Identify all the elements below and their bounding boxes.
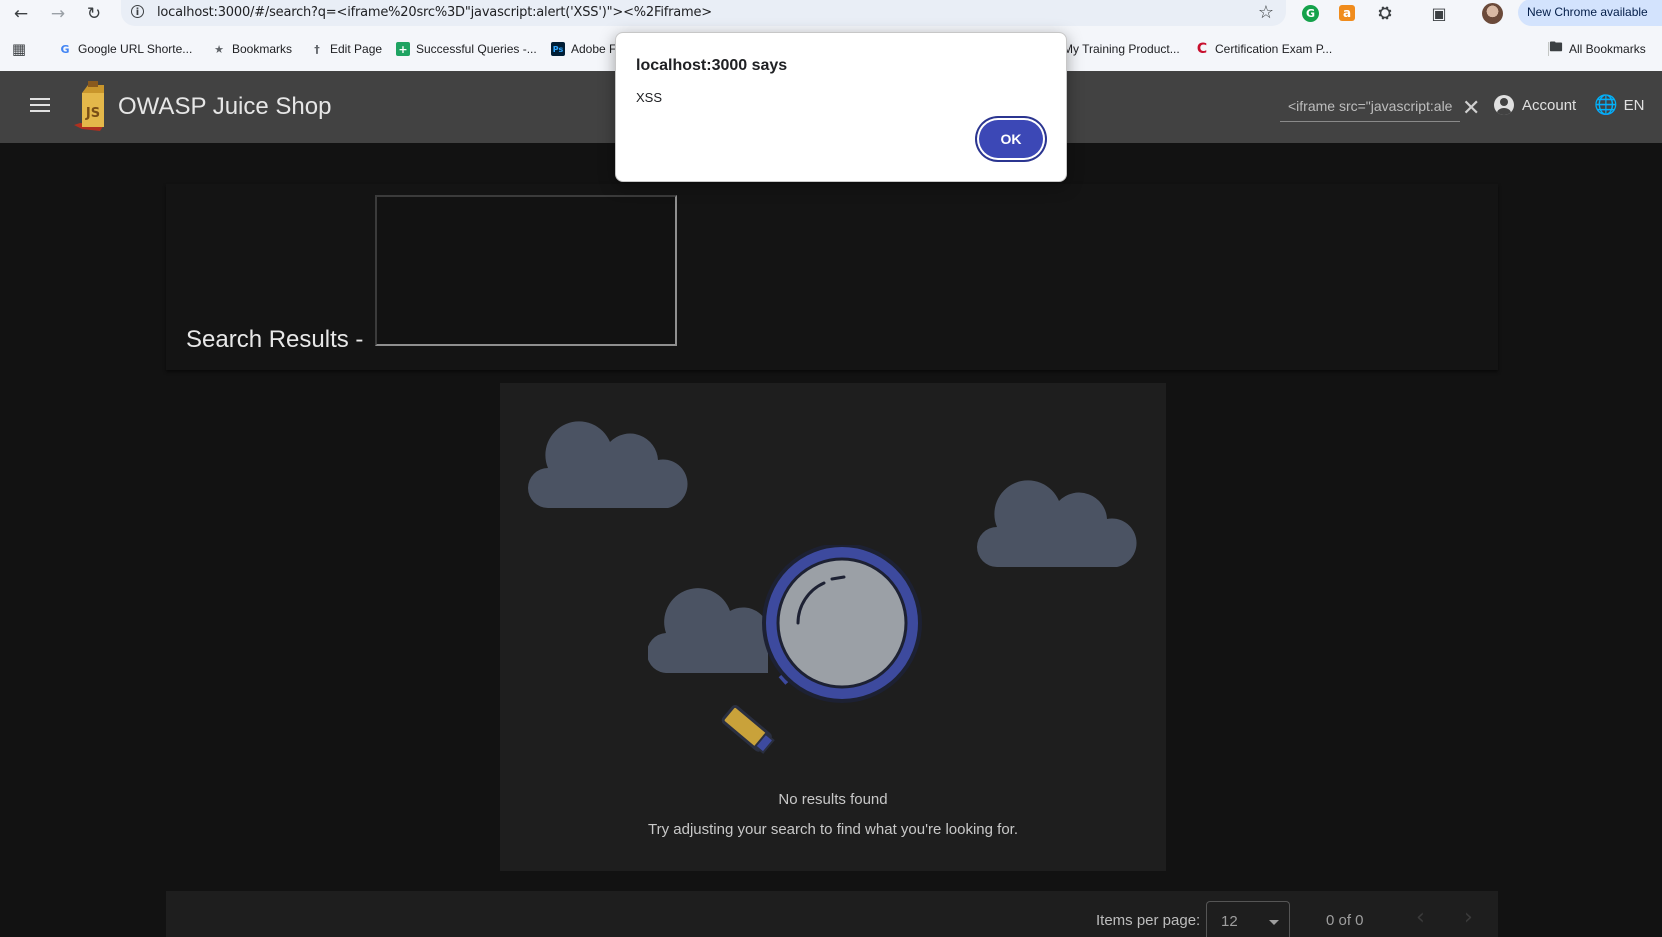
- alert-dialog: localhost:3000 says XSS OK: [615, 32, 1067, 182]
- back-icon[interactable]: ←: [11, 4, 31, 24]
- ok-button[interactable]: OK: [979, 120, 1043, 158]
- amazon-extension-icon[interactable]: a: [1339, 5, 1355, 21]
- close-icon[interactable]: ✕: [1462, 96, 1480, 121]
- injected-iframe: [375, 195, 677, 346]
- next-page-icon[interactable]: ›: [1464, 905, 1473, 930]
- bookmark-label: Edit Page: [330, 42, 383, 56]
- pin-icon: †: [314, 42, 320, 56]
- bookmark-star-icon[interactable]: ☆: [1258, 2, 1274, 23]
- no-results-hint: Try adjusting your search to find what y…: [648, 821, 1018, 838]
- apps-grid-icon[interactable]: ▦: [12, 40, 26, 58]
- menu-icon[interactable]: [30, 98, 50, 112]
- bookmark-label: Bookmarks: [232, 42, 293, 56]
- paginator: Items per page: 12 0 of 0 ‹ ›: [166, 891, 1498, 937]
- c-logo-icon: C: [1196, 41, 1208, 57]
- url-text[interactable]: localhost:3000/#/search?q=<iframe%20src%…: [157, 5, 712, 20]
- items-per-page-label: Items per page:: [1096, 912, 1201, 929]
- alert-dialog-title: localhost:3000 says: [636, 57, 788, 74]
- all-bookmarks-button[interactable]: 🖿 All Bookmarks: [1548, 40, 1646, 56]
- bookmark-item[interactable]: Ps Adobe F: [551, 42, 616, 56]
- site-info-icon[interactable]: i: [131, 5, 144, 18]
- bookmark-label: Adobe F: [571, 42, 617, 56]
- alert-dialog-message: XSS: [636, 90, 663, 105]
- google-icon: G: [60, 42, 70, 56]
- account-label: Account: [1522, 96, 1577, 114]
- photoshop-icon: Ps: [551, 42, 565, 56]
- bookmark-item[interactable]: ★ Bookmarks: [212, 42, 292, 56]
- new-chrome-label: New Chrome available: [1527, 5, 1648, 19]
- bookmark-label: Certification Exam P...: [1215, 42, 1333, 56]
- items-per-page-value: 12: [1221, 913, 1238, 930]
- bookmark-item[interactable]: My Training Product...: [1063, 42, 1180, 56]
- app-title[interactable]: OWASP Juice Shop: [118, 93, 331, 121]
- bookmark-label: Successful Queries -...: [416, 42, 537, 56]
- grammarly-icon[interactable]: G: [1302, 5, 1319, 22]
- language-button[interactable]: 🌐 EN: [1594, 95, 1645, 115]
- previous-page-icon[interactable]: ‹: [1416, 905, 1425, 930]
- account-button[interactable]: Account: [1494, 95, 1576, 115]
- sheets-icon: +: [396, 42, 410, 56]
- reload-icon[interactable]: ↻: [84, 4, 104, 24]
- language-label: EN: [1623, 96, 1645, 114]
- new-chrome-available-button[interactable]: New Chrome available: [1518, 0, 1662, 26]
- bookmark-item[interactable]: C Certification Exam P...: [1195, 41, 1333, 57]
- bookmark-item[interactable]: + Successful Queries -...: [396, 42, 537, 56]
- folder-icon: 🖿: [1549, 40, 1563, 55]
- all-bookmarks-label: All Bookmarks: [1569, 42, 1646, 56]
- globe-icon: 🌐: [1594, 94, 1618, 116]
- star-icon: ★: [214, 42, 224, 56]
- search-results-title: Search Results -: [186, 326, 364, 353]
- account-circle-icon: [1494, 95, 1514, 115]
- bookmark-label: Google URL Shorte...: [78, 42, 193, 56]
- forward-icon[interactable]: →: [48, 4, 68, 24]
- browser-toolbar: ← → ↻ i localhost:3000/#/search?q=<ifram…: [0, 0, 1662, 27]
- bookmark-label: My Training Product...: [1063, 42, 1180, 56]
- cloud-icon: [528, 421, 688, 508]
- tab-search-icon[interactable]: ▣: [1429, 3, 1449, 23]
- cloud-icon: [977, 480, 1137, 567]
- no-results-title: No results found: [778, 791, 888, 808]
- extensions-puzzle-icon[interactable]: ⛭: [1375, 3, 1395, 23]
- address-bar[interactable]: i localhost:3000/#/search?q=<iframe%20sr…: [121, 0, 1286, 26]
- svg-text:JS: JS: [85, 106, 100, 121]
- bookmark-item[interactable]: G Google URL Shorte...: [58, 42, 192, 56]
- search-field[interactable]: [1280, 93, 1460, 122]
- profile-avatar[interactable]: [1482, 3, 1503, 24]
- juice-shop-logo[interactable]: JS: [70, 79, 116, 135]
- bookmark-item[interactable]: † Edit Page: [310, 42, 382, 56]
- search-results-header: Search Results -: [166, 184, 1498, 370]
- search-input[interactable]: [1280, 93, 1458, 119]
- chevron-down-icon: [1269, 920, 1279, 925]
- items-per-page-select[interactable]: 12: [1206, 901, 1290, 937]
- no-results-card: No results found Try adjusting your sear…: [500, 383, 1166, 871]
- page-range-label: 0 of 0: [1326, 912, 1364, 929]
- magnifier-icon: [721, 545, 922, 754]
